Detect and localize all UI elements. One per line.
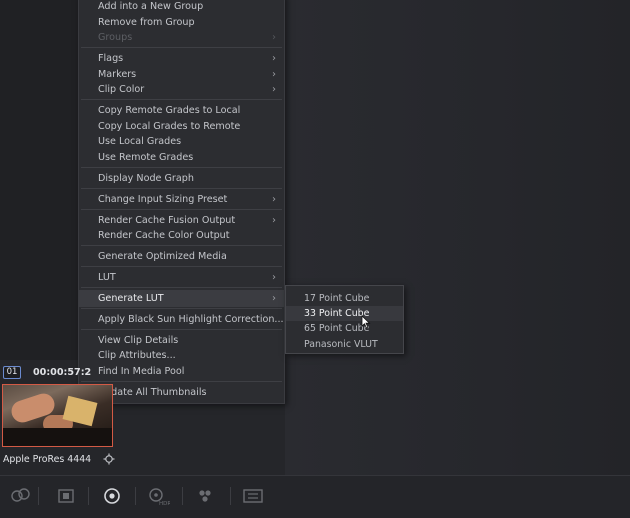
- menu-separator: [81, 381, 282, 382]
- menu-item-clip-attributes[interactable]: Clip Attributes...: [79, 347, 284, 364]
- menu-item-label: Update All Thumbnails: [98, 387, 207, 398]
- toolbar-divider: [38, 487, 39, 505]
- menu-item-label: Flags: [98, 53, 124, 64]
- menu-item-find-in-media-pool[interactable]: Find In Media Pool: [79, 363, 284, 380]
- chevron-right-icon: ›: [272, 293, 276, 304]
- menu-item-clip-color[interactable]: Clip Color ›: [79, 81, 284, 98]
- menu-separator: [81, 245, 282, 246]
- menu-separator: [81, 308, 282, 309]
- menu-item-apply-black-sun[interactable]: Apply Black Sun Highlight Correction...: [79, 311, 284, 328]
- submenu-item-panasonic-vlut[interactable]: Panasonic VLUT: [286, 337, 403, 352]
- menu-item-change-input-sizing-preset[interactable]: Change Input Sizing Preset ›: [79, 191, 284, 208]
- toolbar-divider: [135, 487, 136, 505]
- clip-timecode: 00:00:57:2: [33, 367, 92, 378]
- menu-item-label: Generate Optimized Media: [98, 251, 227, 262]
- chevron-right-icon: ›: [272, 53, 276, 64]
- menu-separator: [81, 209, 282, 210]
- target-icon[interactable]: [103, 453, 115, 465]
- menu-item-label: Remove from Group: [98, 17, 195, 28]
- clip-name: Apple ProRes 4444: [3, 454, 92, 465]
- lut-browser-icon[interactable]: [54, 485, 78, 507]
- menu-item-copy-remote-grades[interactable]: Copy Remote Grades to Local: [79, 102, 284, 119]
- menu-item-label: Render Cache Fusion Output: [98, 215, 236, 226]
- menu-separator: [81, 47, 282, 48]
- menu-item-label: Copy Local Grades to Remote: [98, 121, 241, 132]
- menu-item-label: Clip Attributes...: [98, 350, 176, 361]
- submenu-item-17-point-cube[interactable]: 17 Point Cube: [286, 291, 403, 306]
- viewer-panel: [285, 0, 630, 475]
- bottom-toolbar: HDR: [0, 475, 630, 518]
- color-wheels-icon[interactable]: [100, 485, 124, 507]
- chevron-right-icon: ›: [272, 32, 276, 43]
- menu-item-flags[interactable]: Flags ›: [79, 50, 284, 67]
- toolbar-divider: [88, 487, 89, 505]
- menu-item-label: Generate LUT: [98, 293, 164, 304]
- mouse-cursor-icon: [361, 315, 371, 329]
- hdr-icon[interactable]: HDR: [146, 485, 170, 507]
- menu-item-use-remote-grades[interactable]: Use Remote Grades: [79, 149, 284, 166]
- left-panel: [0, 0, 78, 360]
- menu-separator: [81, 329, 282, 330]
- menu-item-label: Apply Black Sun Highlight Correction...: [98, 314, 284, 325]
- clips-icon[interactable]: [9, 485, 33, 507]
- submenu-item-label: 17 Point Cube: [304, 293, 370, 304]
- motion-effects-icon[interactable]: [241, 485, 265, 507]
- menu-item-display-node-graph[interactable]: Display Node Graph: [79, 170, 284, 187]
- submenu-item-65-point-cube[interactable]: 65 Point Cube: [286, 321, 403, 336]
- menu-item-label: Render Cache Color Output: [98, 230, 230, 241]
- menu-item-label: Add into a New Group: [98, 1, 204, 12]
- menu-item-label: LUT: [98, 272, 116, 283]
- svg-text:HDR: HDR: [159, 501, 170, 507]
- context-menu: Add into a New Group Remove from Group G…: [78, 0, 285, 404]
- clip-number-badge: 01: [3, 366, 21, 379]
- generate-lut-submenu: 17 Point Cube 33 Point Cube 65 Point Cub…: [285, 285, 404, 354]
- menu-item-label: Use Remote Grades: [98, 152, 194, 163]
- menu-item-label: Clip Color: [98, 84, 145, 95]
- menu-item-lut[interactable]: LUT ›: [79, 269, 284, 286]
- menu-item-label: Copy Remote Grades to Local: [98, 105, 241, 116]
- menu-item-label: Use Local Grades: [98, 136, 182, 147]
- menu-separator: [81, 99, 282, 100]
- menu-item-label: Find In Media Pool: [98, 366, 185, 377]
- menu-item-generate-optimized-media[interactable]: Generate Optimized Media: [79, 248, 284, 265]
- menu-separator: [81, 287, 282, 288]
- menu-separator: [81, 188, 282, 189]
- toolbar-divider: [230, 487, 231, 505]
- menu-item-label: Display Node Graph: [98, 173, 194, 184]
- menu-item-label: View Clip Details: [98, 335, 179, 346]
- submenu-item-label: Panasonic VLUT: [304, 339, 378, 350]
- menu-item-render-cache-color-output[interactable]: Render Cache Color Output: [79, 227, 284, 244]
- menu-item-add-into-new-group[interactable]: Add into a New Group: [79, 0, 284, 15]
- menu-separator: [81, 266, 282, 267]
- chevron-right-icon: ›: [272, 84, 276, 95]
- menu-item-groups[interactable]: Groups ›: [79, 29, 284, 46]
- chevron-right-icon: ›: [272, 194, 276, 205]
- menu-item-label: Groups: [98, 32, 133, 43]
- thumbnail-image-part: [3, 428, 112, 446]
- toolbar-divider: [182, 487, 183, 505]
- chevron-right-icon: ›: [272, 272, 276, 283]
- menu-separator: [81, 167, 282, 168]
- clip-thumbnail[interactable]: [2, 384, 113, 447]
- rgb-mixer-icon[interactable]: [194, 485, 218, 507]
- menu-item-label: Change Input Sizing Preset: [98, 194, 228, 205]
- menu-item-use-local-grades[interactable]: Use Local Grades: [79, 133, 284, 150]
- menu-item-label: Markers: [98, 69, 137, 80]
- menu-item-generate-lut[interactable]: Generate LUT ›: [79, 290, 284, 307]
- submenu-item-33-point-cube[interactable]: 33 Point Cube: [286, 306, 403, 321]
